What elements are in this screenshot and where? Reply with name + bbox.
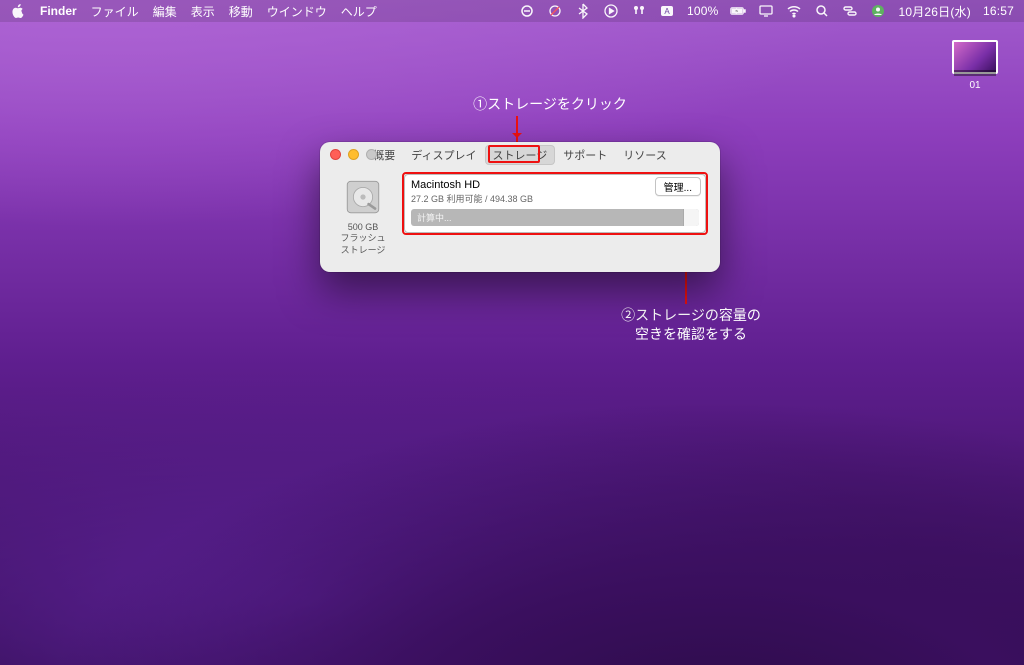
drive-icon — [342, 176, 384, 218]
storage-bar-free — [683, 209, 699, 226]
drive-type-2: ストレージ — [334, 245, 392, 256]
drive-type-1: フラッシュ — [334, 233, 392, 244]
spotlight-icon[interactable] — [814, 3, 830, 19]
menu-file[interactable]: ファイル — [91, 3, 139, 20]
battery-text[interactable]: 100% — [687, 4, 719, 18]
status-line-icon[interactable] — [519, 3, 535, 19]
apple-logo-icon[interactable] — [10, 3, 26, 19]
desktop-file[interactable]: 01 — [950, 40, 1000, 91]
airpods-icon[interactable] — [631, 3, 647, 19]
bluetooth-icon[interactable] — [575, 3, 591, 19]
window-titlebar[interactable]: 概要 ディスプレイ ストレージ サポート リソース — [320, 142, 720, 168]
window-zoom-button[interactable] — [366, 149, 377, 160]
menu-app-name[interactable]: Finder — [40, 4, 77, 18]
file-label: 01 — [950, 80, 1000, 91]
menu-go[interactable]: 移動 — [229, 3, 253, 20]
file-thumbnail-icon — [952, 40, 998, 74]
battery-icon[interactable] — [730, 3, 746, 19]
annotation-step1: ①ストレージをクリック — [445, 94, 655, 114]
tab-resources[interactable]: リソース — [615, 145, 674, 165]
storage-bar-label: 計算中... — [417, 211, 452, 224]
menu-help[interactable]: ヘルプ — [341, 3, 377, 20]
annotation-step2-line1: ②ストレージの容量の — [621, 307, 761, 323]
tab-support[interactable]: サポート — [555, 145, 615, 165]
manage-button[interactable]: 管理... — [655, 177, 701, 196]
tab-storage[interactable]: ストレージ — [485, 145, 556, 165]
play-icon[interactable] — [603, 3, 619, 19]
menubar-date[interactable]: 10月26日(水) — [898, 3, 971, 20]
annotation-step2: ②ストレージの容量の 空きを確認をする — [601, 306, 781, 344]
user-menu-icon[interactable] — [870, 3, 886, 19]
menu-view[interactable]: 表示 — [191, 3, 215, 20]
menu-edit[interactable]: 編集 — [153, 3, 177, 20]
tab-displays[interactable]: ディスプレイ — [403, 145, 484, 165]
status-tool-icon[interactable] — [547, 3, 563, 19]
storage-card: 管理... Macintosh HD 27.2 GB 利用可能 / 494.38… — [404, 174, 706, 233]
annotation-arrow-1 — [516, 116, 518, 142]
input-source-icon[interactable]: A — [659, 3, 675, 19]
drive-size: 500 GB — [334, 222, 392, 233]
annotation-step2-line2: 空きを確認をする — [635, 326, 747, 342]
drive-summary: 500 GB フラッシュ ストレージ — [334, 174, 392, 256]
window-close-button[interactable] — [330, 149, 341, 160]
about-tabs: 概要 ディスプレイ ストレージ サポート リソース — [365, 145, 674, 165]
storage-usage-bar: 計算中... — [411, 209, 699, 226]
menu-bar: Finder ファイル 編集 表示 移動 ウインドウ ヘルプ A 100% 10… — [0, 0, 1024, 22]
window-minimize-button[interactable] — [348, 149, 359, 160]
menubar-time[interactable]: 16:57 — [983, 4, 1014, 18]
control-center-icon[interactable] — [842, 3, 858, 19]
wifi-icon[interactable] — [786, 3, 802, 19]
svg-text:A: A — [664, 7, 670, 16]
about-this-mac-window: 概要 ディスプレイ ストレージ サポート リソース 500 GB フラッシュ ス… — [320, 142, 720, 272]
menu-window[interactable]: ウインドウ — [267, 3, 327, 20]
display-icon[interactable] — [758, 3, 774, 19]
